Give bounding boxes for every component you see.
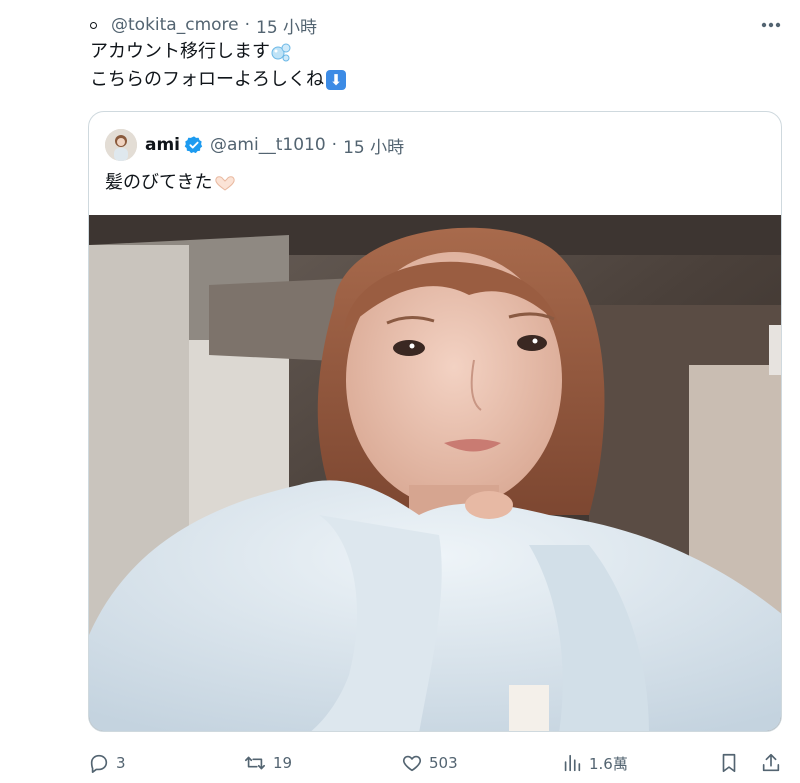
retweet-button[interactable]: 19 <box>243 748 292 778</box>
author-handle[interactable]: @tokita_cmore <box>111 15 239 35</box>
quoted-tweet-card[interactable]: ami @ami__t1010 · 15 小時 髪のびてきた <box>88 111 782 732</box>
down-arrow-emoji-icon: ⬇ <box>326 70 346 90</box>
like-button[interactable]: 503 <box>401 748 458 778</box>
views-icon <box>564 754 581 772</box>
bubbles-emoji-icon <box>271 43 291 62</box>
quoted-tweet-header: ami @ami__t1010 · 15 小時 <box>105 128 404 162</box>
quoted-time[interactable]: 15 小時 <box>343 133 404 158</box>
tweet-header: @tokita_cmore · 15 小時 <box>90 13 317 38</box>
share-icon <box>762 753 780 772</box>
more-icon <box>761 22 781 28</box>
like-count: 503 <box>429 754 458 772</box>
tweet-text: アカウント移行します こちらのフォローよろしくね ⬇ <box>90 38 346 94</box>
like-icon <box>402 755 422 772</box>
retweet-count: 19 <box>273 754 293 772</box>
avatar-dot <box>90 21 97 29</box>
verified-badge-icon <box>184 136 203 154</box>
avatar-image <box>105 129 137 161</box>
photo-image <box>89 215 781 731</box>
tweet-line-2: こちらのフォローよろしくね ⬇ <box>90 66 346 94</box>
tweet-line-1-text: アカウント移行します <box>90 41 270 62</box>
quoted-avatar[interactable] <box>105 129 137 161</box>
quoted-author-name[interactable]: ami <box>145 135 180 155</box>
more-button[interactable] <box>760 15 782 35</box>
quoted-text-content: 髪のびてきた <box>105 172 213 193</box>
quoted-separator: · <box>331 135 338 155</box>
retweet-icon <box>245 756 265 770</box>
action-bar: 3 19 503 1.6萬 <box>88 748 782 778</box>
header-separator: · <box>244 15 251 35</box>
heart-hands-emoji-icon <box>215 176 236 191</box>
tweet-line-2-text: こちらのフォローよろしくね <box>90 69 324 90</box>
reply-button[interactable]: 3 <box>88 748 126 778</box>
tweet-line-1: アカウント移行します <box>90 38 346 66</box>
quoted-tweet-text: 髪のびてきた <box>105 168 236 194</box>
tweet-time[interactable]: 15 小時 <box>256 13 317 38</box>
bookmark-button[interactable] <box>718 748 746 778</box>
reply-count: 3 <box>116 754 126 772</box>
bookmark-icon <box>722 753 736 773</box>
quoted-author-handle[interactable]: @ami__t1010 <box>210 135 326 155</box>
views-button[interactable]: 1.6萬 <box>561 748 628 778</box>
reply-icon <box>90 754 108 773</box>
quoted-photo[interactable] <box>89 215 781 731</box>
share-button[interactable] <box>760 748 788 778</box>
views-count: 1.6萬 <box>589 754 628 773</box>
